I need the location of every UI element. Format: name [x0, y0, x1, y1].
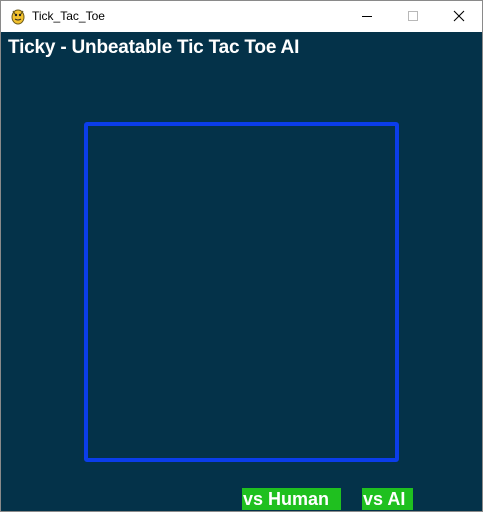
- game-title: Ticky - Unbeatable Tic Tac Toe AI: [8, 37, 300, 58]
- game-canvas: Ticky - Unbeatable Tic Tac Toe AI vs Hum…: [1, 32, 482, 511]
- close-button[interactable]: [436, 1, 482, 31]
- maximize-icon: [408, 11, 418, 21]
- tic-tac-toe-board[interactable]: [84, 122, 399, 462]
- title-bar[interactable]: Tick_Tac_Toe: [1, 1, 482, 32]
- maximize-button[interactable]: [390, 1, 436, 31]
- vs-human-button[interactable]: vs Human: [242, 488, 341, 510]
- minimize-icon: [362, 16, 372, 17]
- close-icon: [453, 10, 465, 22]
- pygame-snake-icon: [11, 9, 25, 25]
- vs-ai-button[interactable]: vs AI: [362, 488, 413, 510]
- window-title: Tick_Tac_Toe: [32, 9, 105, 23]
- minimize-button[interactable]: [344, 1, 390, 31]
- app-window: Tick_Tac_Toe Ticky - Unbeatable Tic Tac …: [0, 0, 483, 512]
